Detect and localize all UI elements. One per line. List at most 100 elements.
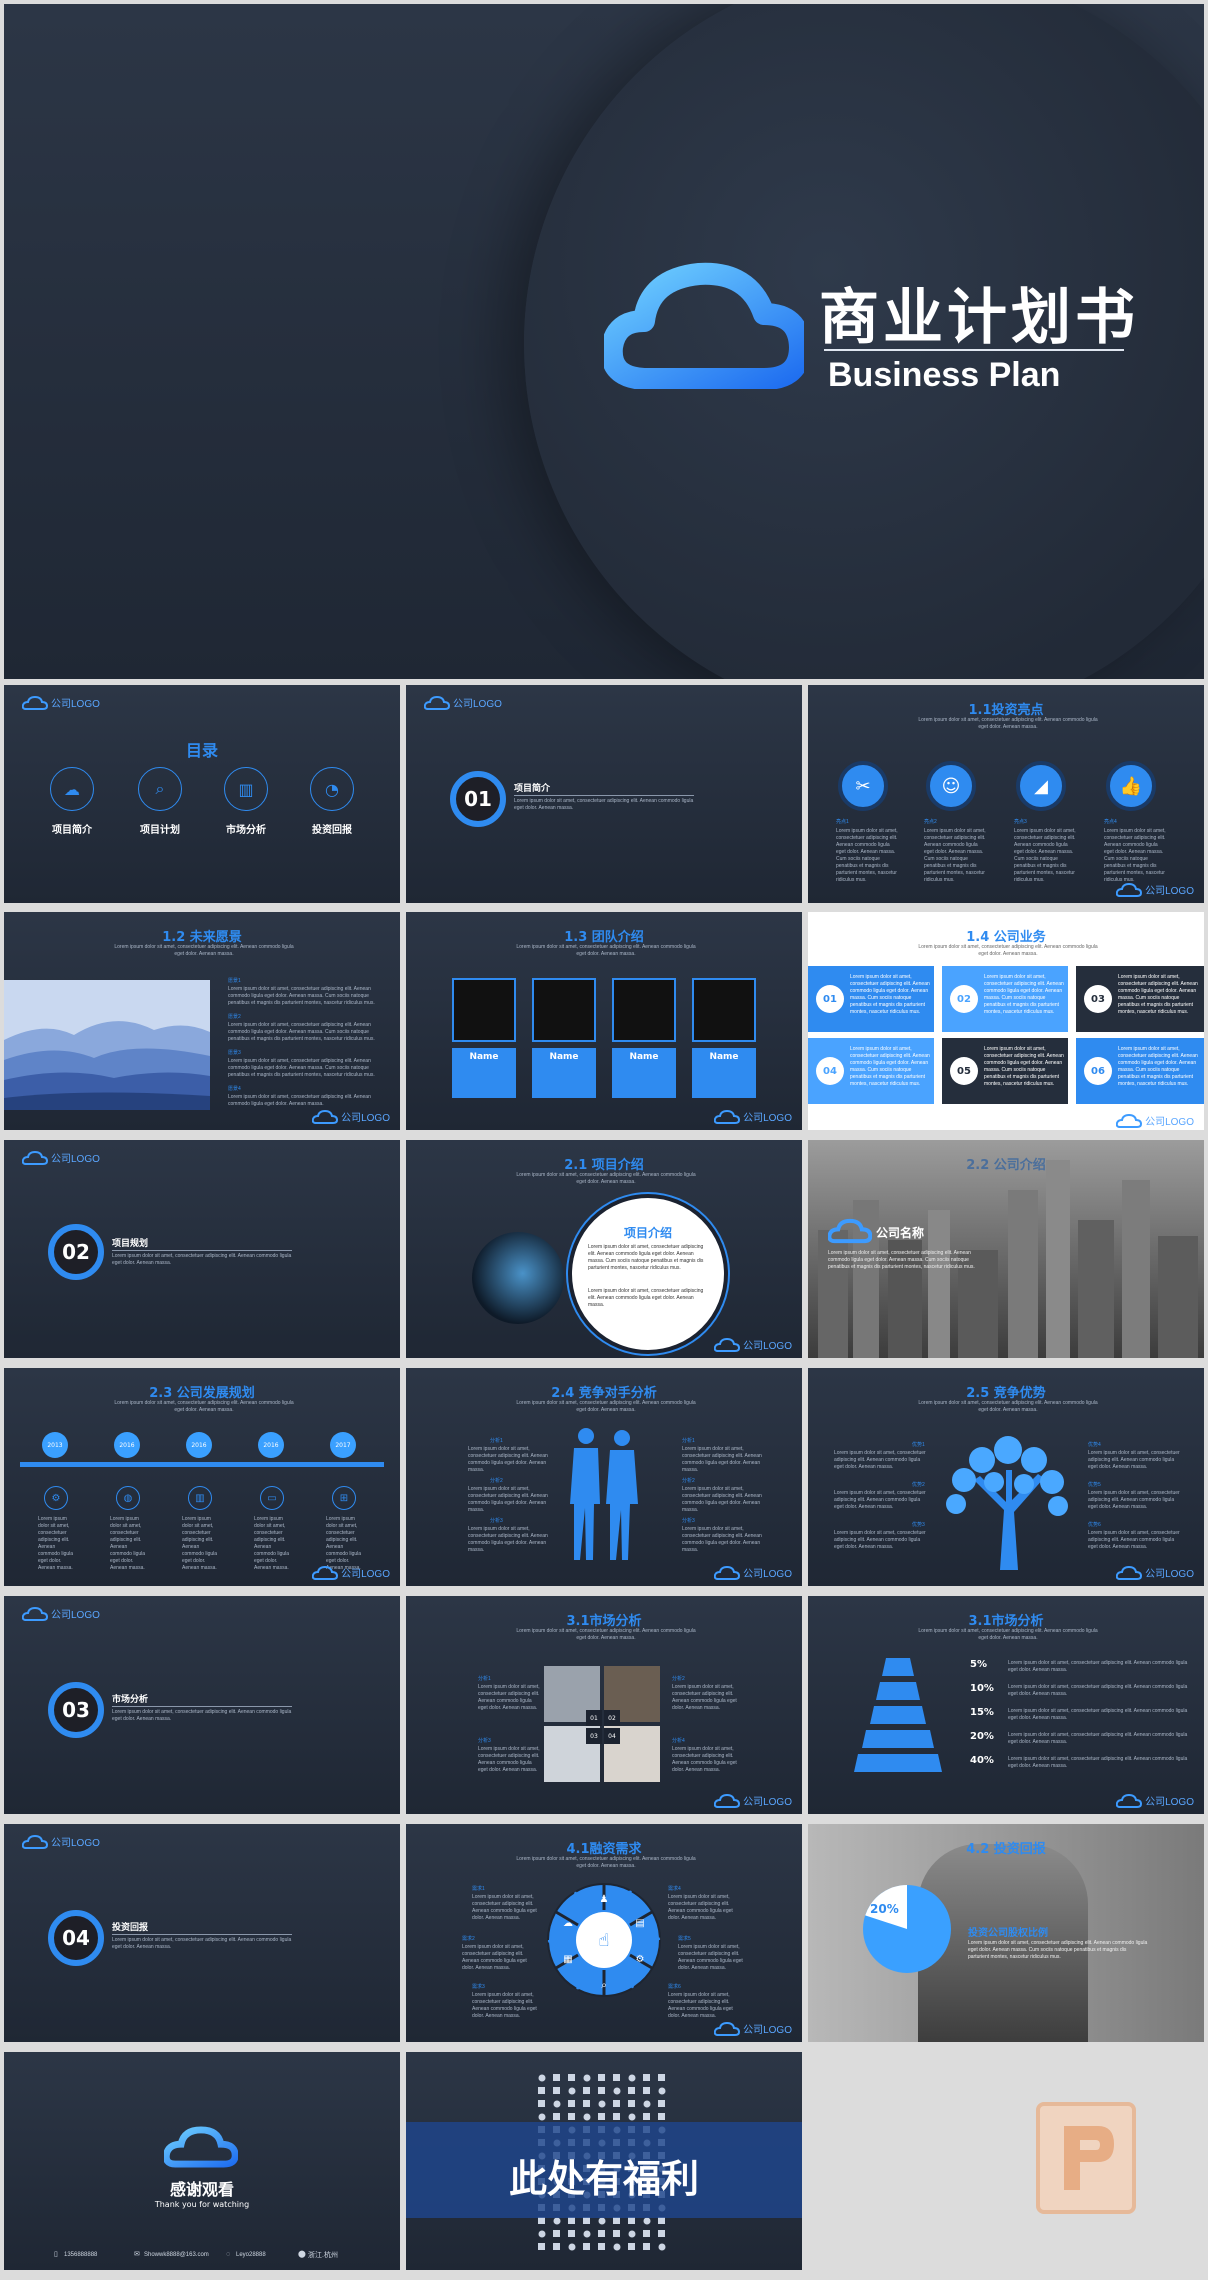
cloud-icon[interactable]: ☁ [50, 767, 94, 811]
grid-icon [613, 2217, 620, 2224]
grid-icon [568, 2087, 576, 2095]
company-logo: 公司LOGO [22, 1150, 100, 1165]
section-title: 项目规划 [112, 1239, 149, 1249]
contact-location: 浙江.杭州 [308, 2252, 338, 2259]
cycle-diagram: ☝ ♟ ▤ ⚙ ⌕ ▦ ☁ [547, 1883, 661, 1997]
contact-social[interactable]: Leyo28888 [236, 2252, 266, 2259]
grid-icon [568, 2243, 576, 2251]
grid-icon [538, 2074, 546, 2082]
grid-icon [583, 2243, 590, 2250]
company-logo: 公司LOGO [312, 1109, 390, 1124]
chat-icon: ◌ [226, 2251, 231, 2258]
slide-title: 1.2 未来愿景 [162, 930, 242, 945]
grid-icon [583, 2113, 591, 2121]
contact-email[interactable]: Showwk8888@163.com [144, 2252, 209, 2259]
market-analysis-slide-2: 3.1市场分析 Lorem ipsum dolor sit amet, cons… [808, 1596, 1204, 1814]
grid-icon [598, 2100, 606, 2108]
company-logo: 公司LOGO [714, 1109, 792, 1124]
grid-icon [598, 2243, 605, 2250]
grid-icon [583, 2100, 590, 2107]
slide-title: 4.1融资需求 [566, 1842, 642, 1857]
person-icon: ☺ [926, 761, 976, 811]
section-number: 02 [48, 1224, 104, 1280]
slide-title: 4.2 投资回报 [966, 1842, 1046, 1857]
mail-icon: ✉ [134, 2251, 140, 2258]
svg-text:☁: ☁ [563, 1918, 573, 1929]
pyramid-chart [854, 1658, 942, 1772]
svg-text:⌕: ⌕ [601, 1980, 607, 1991]
grid-icon [613, 2074, 620, 2081]
grid-icon [568, 2074, 575, 2081]
dev-plan-slide: 2.3 公司发展规划 Lorem ipsum dolor sit amet, c… [4, 1368, 400, 1586]
toc-item-3[interactable]: 市场分析 [208, 821, 284, 836]
grid-icon [628, 2230, 636, 2238]
member-name: Name [709, 1052, 739, 1062]
grid-icon [643, 2217, 651, 2225]
slide-title: 3.1市场分析 [566, 1614, 642, 1629]
slide-title: 2.2 公司介绍 [966, 1158, 1046, 1173]
section-03-slide: 公司LOGO 03 市场分析 Lorem ipsum dolor sit ame… [4, 1596, 400, 1814]
cover-divider [824, 349, 1124, 351]
grid-icon [553, 2074, 560, 2081]
grid-icon [553, 2217, 561, 2225]
grid-icon [538, 2113, 546, 2121]
grid-icon [613, 2243, 621, 2251]
section-01-slide: 公司LOGO 01 项目简介 Lorem ipsum dolor sit ame… [406, 685, 802, 903]
grid-icon [643, 2243, 650, 2250]
grid-icon [568, 2230, 575, 2237]
grid-icon [658, 2074, 665, 2081]
advantage-slide: 2.5 竞争优势 Lorem ipsum dolor sit amet, con… [808, 1368, 1204, 1586]
svg-text:▦: ▦ [563, 1954, 572, 1965]
slide-title: 2.4 竞争对手分析 [551, 1386, 657, 1401]
company-intro-slide: 2.2 公司介绍 公司名称 Lorem ipsum dolor sit amet… [808, 1140, 1204, 1358]
pie-chart-icon[interactable]: ◔ [310, 767, 354, 811]
team-photo [532, 978, 596, 1042]
bar-chart-icon[interactable]: ▥ [224, 767, 268, 811]
grid-icon [538, 2243, 545, 2250]
grid-icon [658, 2243, 666, 2251]
thank-you-slide: 感谢观看 Thank you for watching 1356888888 S… [4, 2052, 400, 2270]
grid-icon [628, 2100, 635, 2107]
grid-icon [658, 2100, 665, 2107]
watermark-stamp-icon [1036, 2102, 1136, 2214]
bar-chart-icon: ▥ [188, 1486, 212, 1510]
toc-item-1[interactable]: 项目简介 [34, 821, 110, 836]
grid-icon [583, 2087, 590, 2094]
grid-icon [658, 2087, 666, 2095]
company-logo: 公司LOGO [1116, 1565, 1194, 1580]
company-logo: 公司LOGO [312, 1565, 390, 1580]
grid-icon [628, 2087, 635, 2094]
megaphone-icon: ◢ [1016, 761, 1066, 811]
grid-icon [553, 2243, 560, 2250]
phone-icon: ▯ [54, 2251, 58, 2258]
company-logo: 公司LOGO [1116, 1793, 1194, 1808]
toc-item-4[interactable]: 投资回报 [294, 821, 370, 836]
toc-item-2[interactable]: 项目计划 [122, 821, 198, 836]
grid-icon [598, 2217, 606, 2225]
company-logo: 公司LOGO [714, 1565, 792, 1580]
grid-icon [583, 2074, 591, 2082]
grid-icon [568, 2113, 575, 2120]
network-icon: ⊞ [332, 1486, 356, 1510]
cover-subtitle: Business Plan [828, 356, 1061, 394]
grid-icon [643, 2113, 650, 2120]
grid-icon [628, 2074, 636, 2082]
company-logo: 公司LOGO [22, 1834, 100, 1849]
member-name: Name [469, 1052, 499, 1062]
cloud-logo-icon [828, 1218, 872, 1244]
grid-icon [568, 2217, 575, 2224]
phone-photo [472, 1232, 564, 1324]
slide-title: 1.1投资亮点 [968, 703, 1044, 718]
competitor-slide: 2.4 竞争对手分析 Lorem ipsum dolor sit amet, c… [406, 1368, 802, 1586]
team-photo [612, 978, 676, 1042]
section-title: 项目简介 [514, 784, 551, 794]
member-name: Name [549, 1052, 579, 1062]
search-icon[interactable]: ⌕ [138, 767, 182, 811]
svg-text:▤: ▤ [635, 1918, 644, 1929]
gear-icon: ⚙ [44, 1486, 68, 1510]
contact-phone[interactable]: 1356888888 [64, 2252, 97, 2259]
grid-icon [613, 2100, 620, 2107]
grid-icon [628, 2217, 635, 2224]
project-intro-slide: 2.1 项目介绍 Lorem ipsum dolor sit amet, con… [406, 1140, 802, 1358]
slide-title: 1.3 团队介绍 [564, 930, 644, 945]
